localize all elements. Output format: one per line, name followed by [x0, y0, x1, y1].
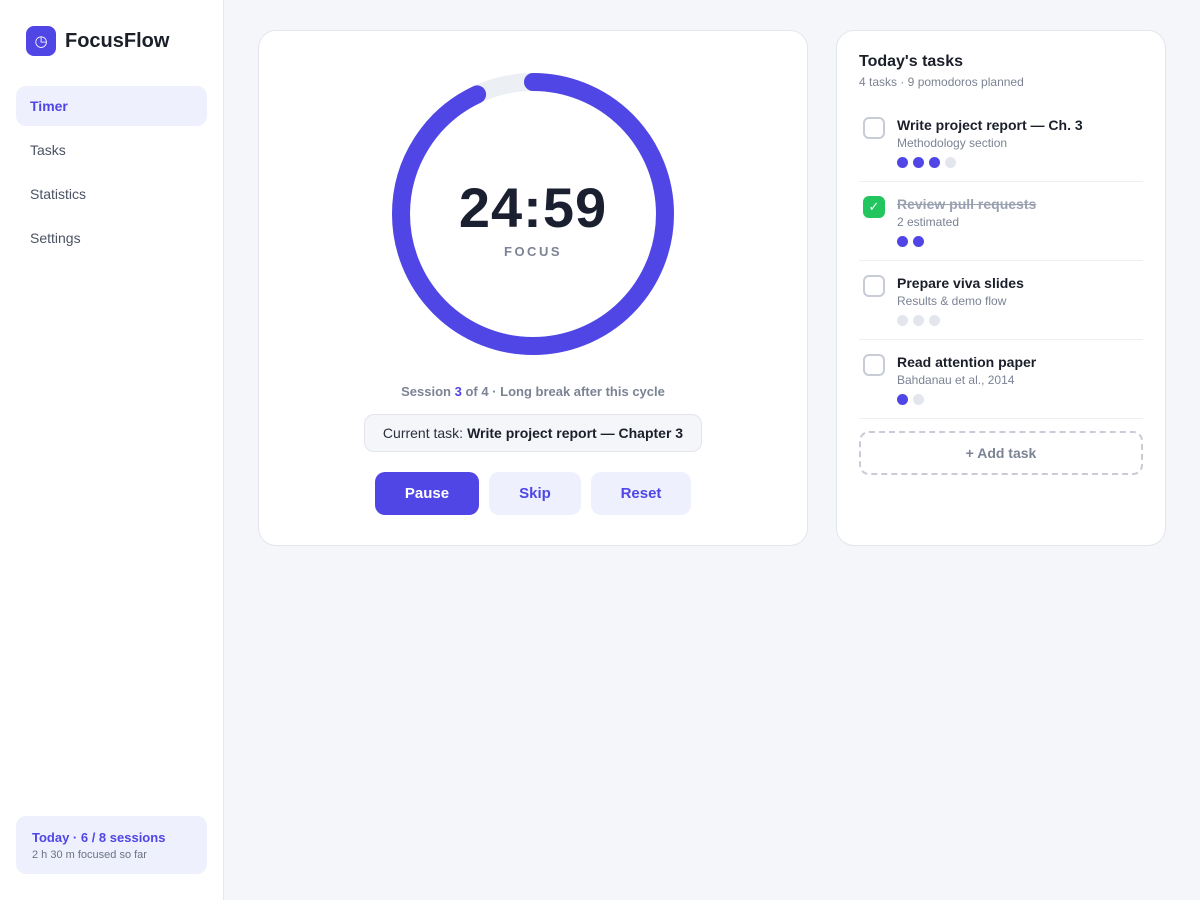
session-suffix: of 4 · Long break after this cycle — [465, 384, 665, 399]
today-sessions: Today · 6 / 8 sessions — [32, 830, 166, 845]
task-checkbox-checked[interactable]: ✓ — [863, 196, 885, 218]
pomodoro-dot-filled — [929, 157, 940, 168]
session-current: 3 — [454, 384, 462, 399]
pomodoro-dot-empty — [945, 157, 956, 168]
pomodoro-dot-empty — [913, 394, 924, 405]
today-focused-time: 2 h 30 m focused so far — [32, 849, 147, 861]
task-name: Read attention paper — [897, 354, 1037, 370]
pomodoro-dot-filled — [897, 394, 908, 405]
session-prefix: Session — [401, 384, 451, 399]
pomodoro-dot-filled — [897, 157, 908, 168]
add-task-button[interactable]: + Add task — [859, 431, 1143, 475]
pomodoro-dot-filled — [913, 157, 924, 168]
sidebar-item-settings[interactable]: Settings — [16, 218, 207, 258]
task-item: Prepare viva slides Results & demo flow — [859, 261, 1143, 340]
task-note: Methodology section — [897, 136, 1008, 150]
sidebar-nav: Timer Tasks Statistics Settings — [16, 86, 207, 262]
session-info: Session 3 of 4 · Long break after this c… — [259, 384, 807, 399]
task-item: Read attention paper Bahdanau et al., 20… — [859, 340, 1143, 419]
pomodoro-dots — [897, 394, 929, 405]
pomodoro-dots — [897, 315, 945, 326]
timer-controls: Pause Skip Reset — [375, 472, 701, 515]
current-task-pill[interactable]: Current task: Write project report — Cha… — [364, 414, 702, 452]
timer-card: 24:59 FOCUS Session 3 of 4 · Long break … — [258, 30, 808, 546]
pause-button[interactable]: Pause — [375, 472, 479, 515]
task-note: Results & demo flow — [897, 294, 1007, 308]
task-checkbox[interactable] — [863, 117, 885, 139]
tasks-panel: Today's tasks 4 tasks · 9 pomodoros plan… — [836, 30, 1166, 546]
pomodoro-dot-empty — [897, 315, 908, 326]
task-name: Review pull requests — [897, 196, 1037, 212]
sidebar-item-timer[interactable]: Timer — [16, 86, 207, 126]
task-note: Bahdanau et al., 2014 — [897, 373, 1015, 387]
sidebar-item-statistics[interactable]: Statistics — [16, 174, 207, 214]
pomodoro-dots — [897, 236, 929, 247]
pomodoro-dots — [897, 157, 961, 168]
tasks-panel-subtitle: 4 tasks · 9 pomodoros planned — [859, 75, 1024, 89]
brand[interactable]: ◷ FocusFlow — [26, 26, 169, 56]
skip-button[interactable]: Skip — [489, 472, 581, 515]
pomodoro-dot-filled — [897, 236, 908, 247]
pomodoro-dot-empty — [913, 315, 924, 326]
task-name: Write project report — Ch. 3 — [897, 117, 1083, 133]
task-item: Write project report — Ch. 3 Methodology… — [859, 103, 1143, 182]
task-name: Prepare viva slides — [897, 275, 1024, 291]
tasks-panel-title: Today's tasks — [859, 53, 963, 70]
task-list: Write project report — Ch. 3 Methodology… — [859, 103, 1143, 419]
task-note: 2 estimated — [897, 215, 960, 229]
task-item: ✓ Review pull requests 2 estimated — [859, 182, 1143, 261]
pomodoro-dot-filled — [913, 236, 924, 247]
pomodoro-dot-empty — [929, 315, 940, 326]
app-title: FocusFlow — [65, 29, 170, 52]
clock-icon: ◷ — [26, 26, 56, 56]
sidebar: ◷ FocusFlow Timer Tasks Statistics Setti… — [0, 0, 224, 900]
current-task-label: Current task: — [382, 425, 464, 441]
task-checkbox[interactable] — [863, 354, 885, 376]
timer-mode-label: FOCUS — [504, 244, 562, 259]
today-summary-card: Today · 6 / 8 sessions 2 h 30 m focused … — [16, 816, 207, 874]
sidebar-item-tasks[interactable]: Tasks — [16, 130, 207, 170]
reset-button[interactable]: Reset — [591, 472, 691, 515]
current-task-name: Write project report — Chapter 3 — [467, 425, 684, 441]
task-checkbox[interactable] — [863, 275, 885, 297]
timer-display: 24:59 — [458, 176, 608, 239]
